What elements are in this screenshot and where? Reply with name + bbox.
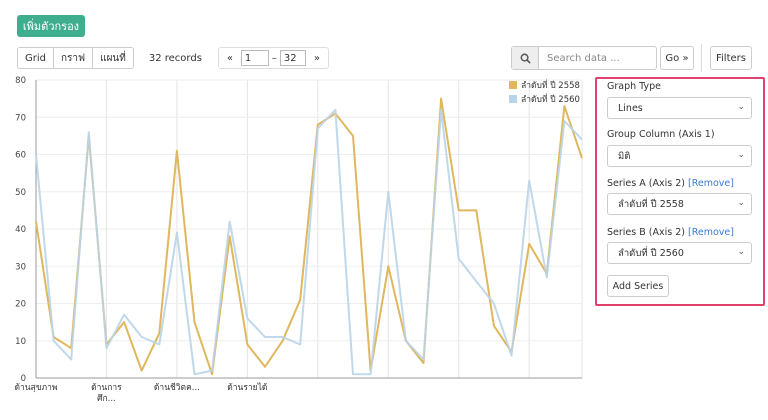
y-tick-label: 30 (15, 262, 26, 272)
y-tick-label: 40 (15, 225, 26, 235)
group-column-value: มิติ (618, 150, 631, 162)
filters-button[interactable]: Filters (710, 46, 752, 70)
y-tick-label: 50 (15, 188, 26, 198)
series-a-select[interactable]: ลำดับที่ ปี 2558 ⌄ (607, 193, 752, 215)
go-button[interactable]: Go » (660, 46, 694, 70)
legend-label: ลำดับที่ ปี 2558 (521, 79, 580, 91)
series-a-remove-link[interactable]: [Remove] (688, 178, 734, 189)
graph-type-label: Graph Type (607, 81, 661, 92)
graph-config-panel: Graph Type Lines ⌄ Group Column (Axis 1)… (595, 77, 765, 306)
pager-from-input[interactable]: 1 (240, 50, 269, 66)
group-column-label: Group Column (Axis 1) (607, 129, 715, 140)
legend-label: ลำดับที่ ปี 2560 (521, 93, 580, 105)
pager-next-button[interactable]: » (306, 48, 328, 68)
pager: « 1 – 32 » (217, 47, 329, 69)
search-input[interactable]: Search data ... (539, 47, 620, 69)
chevron-down-icon: ⌄ (737, 247, 745, 257)
pager-prev-button[interactable]: « (219, 48, 241, 68)
tab-graph[interactable]: กราฟ (54, 48, 94, 68)
search-box: Search data ... (511, 46, 657, 70)
y-tick-label: 10 (15, 337, 26, 347)
add-series-button[interactable]: Add Series (607, 275, 669, 297)
x-tick-label: ด้านการ (91, 382, 122, 393)
search-icon[interactable] (512, 47, 539, 69)
series-b-label-text: Series B (Axis 2) (607, 227, 685, 238)
series-b-label: Series B (Axis 2) [Remove] (607, 227, 734, 238)
view-tab-group: Grid กราฟ แผนที่ (17, 47, 134, 69)
series-b-select[interactable]: ลำดับที่ ปี 2560 ⌄ (607, 242, 752, 264)
x-tick-label: ศึก... (97, 394, 116, 404)
toolbar: Grid กราฟ แผนที่ 32 records « 1 – 32 » (17, 47, 329, 69)
series-a-value: ลำดับที่ ปี 2558 (618, 198, 684, 210)
x-tick-label: ด้านสุขภาพ (14, 382, 57, 393)
y-tick-label: 70 (15, 113, 26, 123)
tab-grid[interactable]: Grid (18, 48, 54, 68)
y-tick-label: 20 (15, 300, 26, 310)
series-b-value: ลำดับที่ ปี 2560 (618, 247, 684, 259)
chevron-down-icon: ⌄ (737, 102, 745, 112)
y-tick-label: 60 (15, 151, 26, 161)
line-chart: 01020304050607080ด้านสุขภาพ ด้านการศึก...… (14, 76, 583, 404)
tab-map[interactable]: แผนที่ (93, 48, 133, 68)
records-count: 32 records (148, 52, 202, 64)
chevron-down-icon: ⌄ (737, 198, 745, 208)
legend-swatch (509, 95, 517, 103)
x-tick-label: ด้านชีวิตค... (154, 382, 200, 393)
chevron-down-icon: ⌄ (737, 150, 745, 160)
toolbar-divider (701, 44, 702, 72)
pager-to-input[interactable]: 32 (279, 50, 306, 66)
group-column-select[interactable]: มิติ ⌄ (607, 145, 752, 167)
graph-type-value: Lines (618, 102, 643, 114)
series-a-label-text: Series A (Axis 2) (607, 178, 685, 189)
series-a-label: Series A (Axis 2) [Remove] (607, 178, 734, 189)
x-tick-label: ด้านรายได้ (227, 382, 267, 393)
y-tick-label: 80 (15, 76, 26, 86)
pager-separator: – (271, 52, 277, 64)
series-b-remove-link[interactable]: [Remove] (688, 227, 734, 238)
graph-type-select[interactable]: Lines ⌄ (607, 97, 752, 119)
add-filter-button[interactable]: เพิ่มตัวกรอง (17, 15, 85, 37)
legend-swatch (509, 81, 517, 89)
